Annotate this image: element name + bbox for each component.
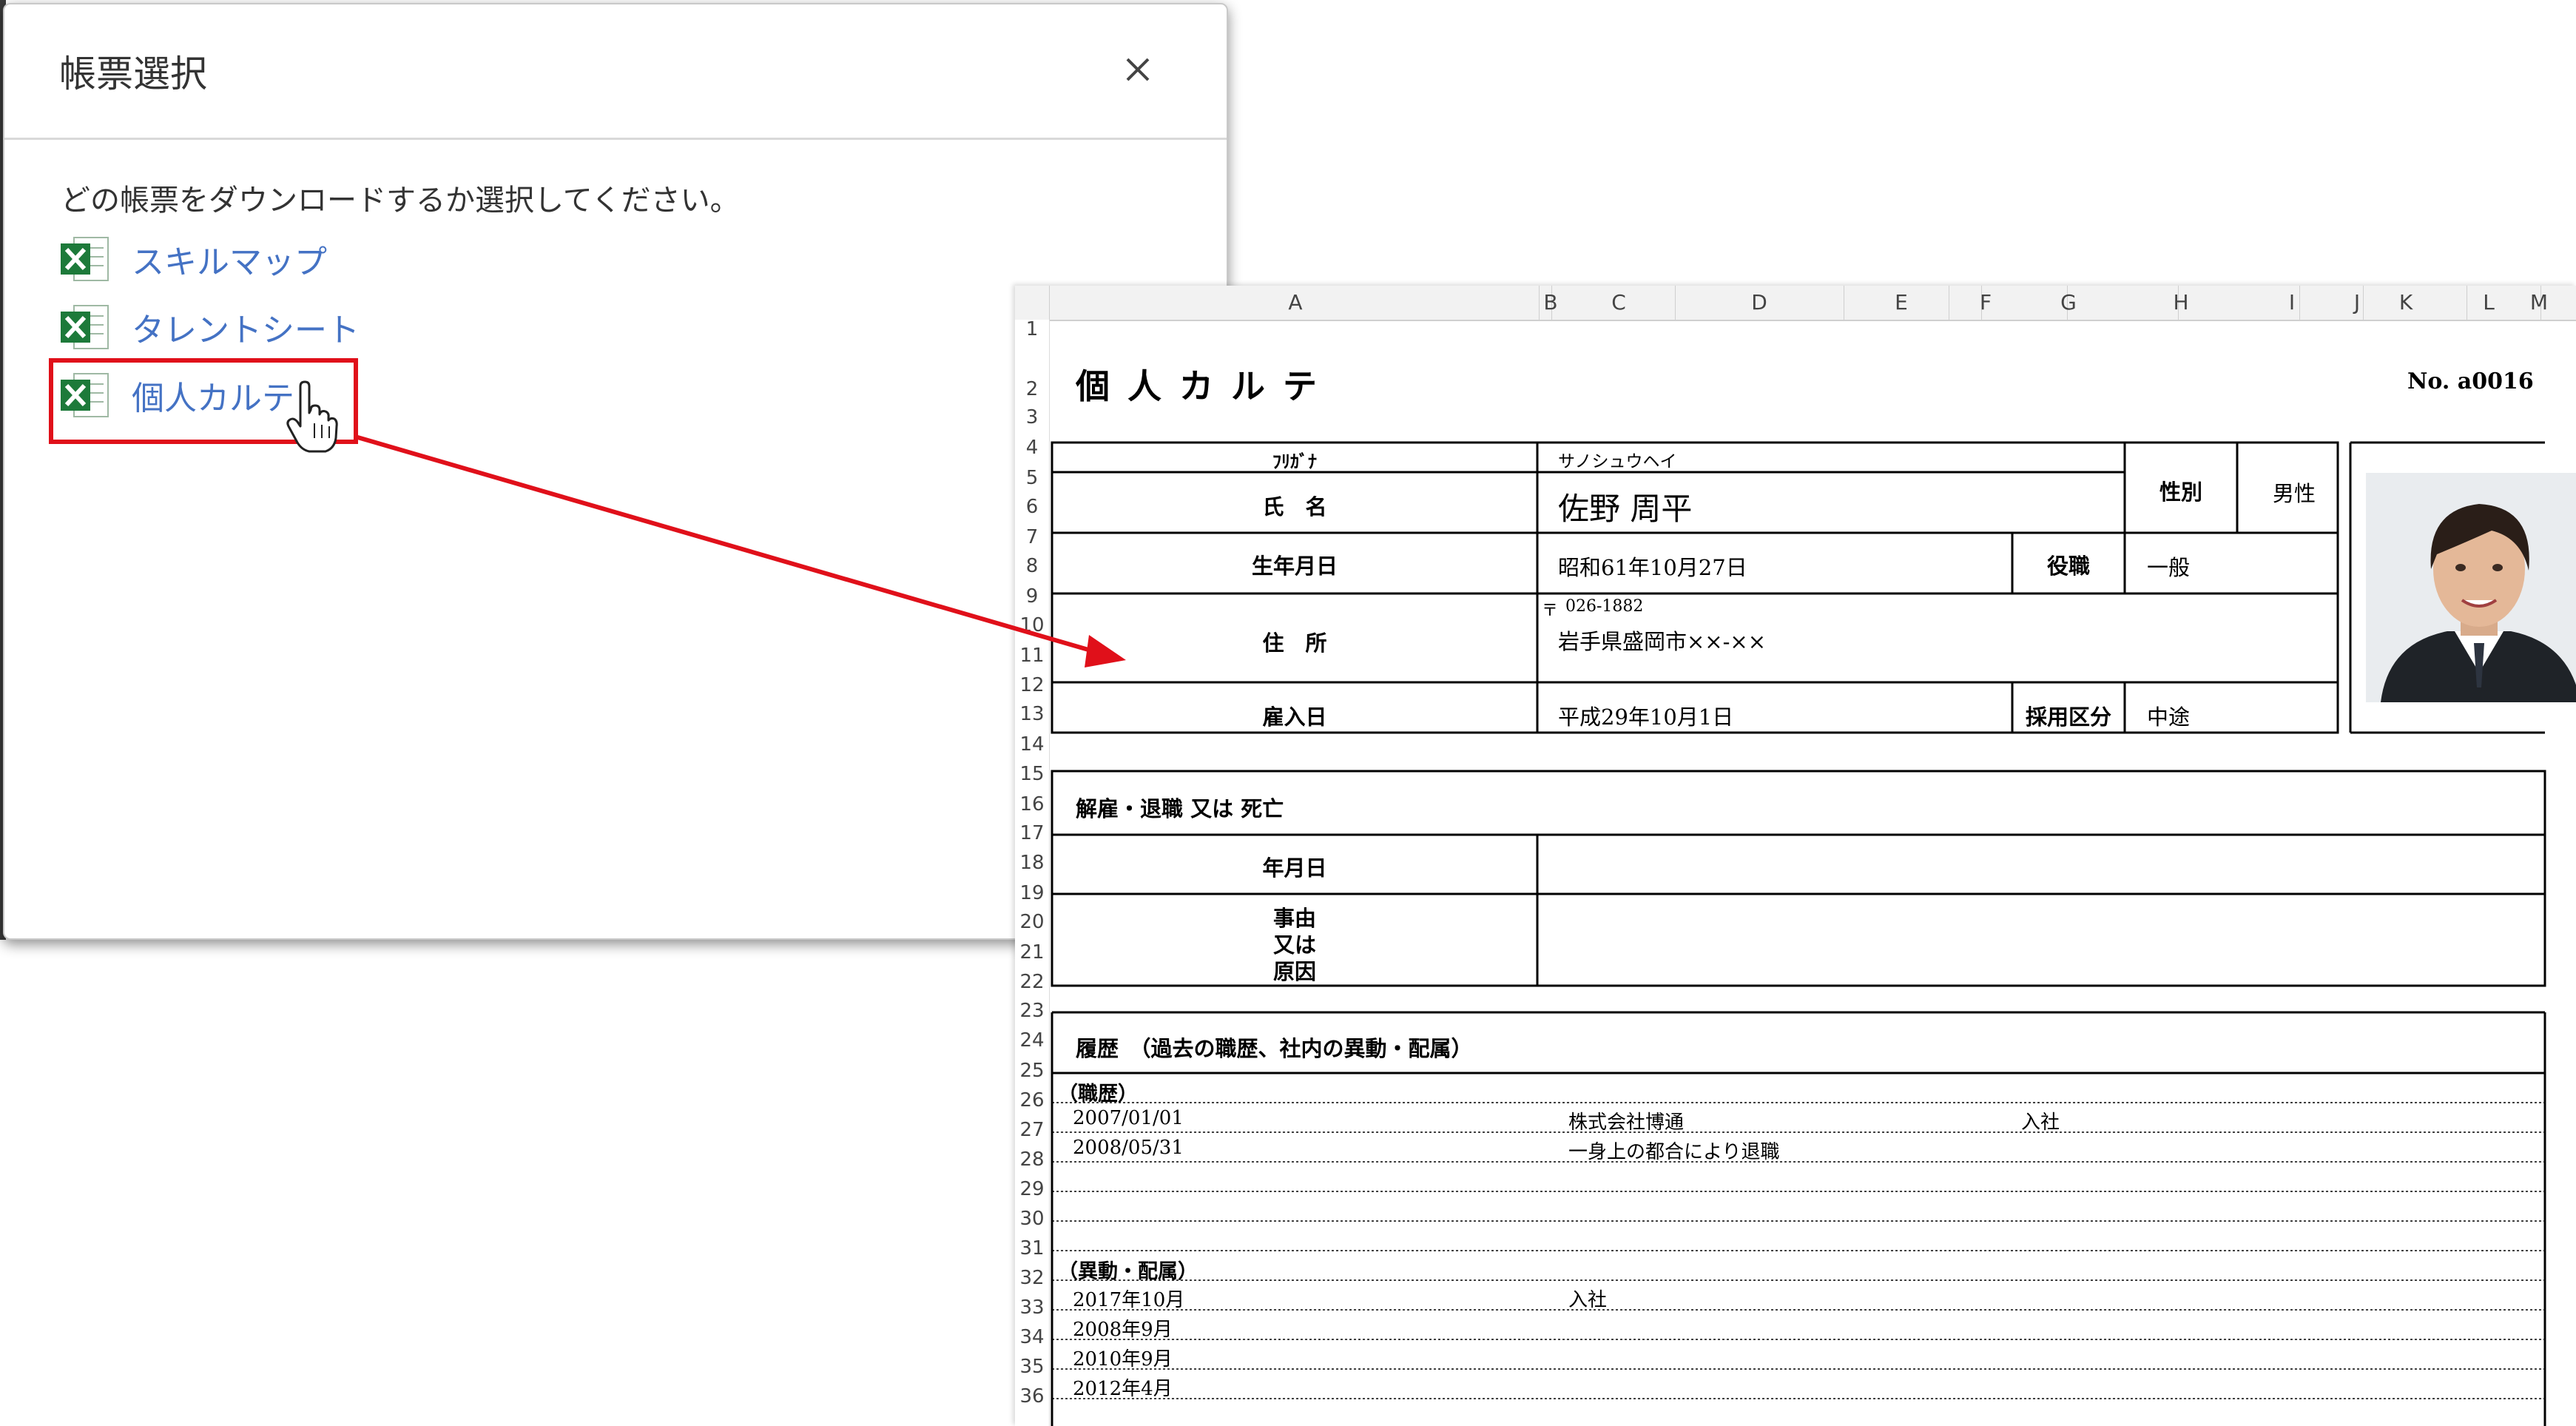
birthdate-value: 昭和61年10月27日 (1558, 555, 1747, 580)
employee-photo (2366, 473, 2576, 702)
record-number: No. a0016 (2407, 369, 2534, 394)
dialog-header: 帳票選択 (4, 4, 1227, 140)
birthdate-label: 生年月日 (1251, 554, 1338, 579)
career-date: 2007/01/01 (1073, 1107, 1184, 1129)
transfer-date: 2012年4月 (1073, 1378, 1173, 1400)
name-value: 佐野 周平 (1558, 491, 1693, 527)
file-label: タレントシート (132, 312, 360, 349)
hand-pointer-icon (286, 380, 338, 453)
hire-date-label: 雇入日 (1262, 704, 1327, 730)
career-detail: 一身上の都合により退職 (1568, 1141, 1780, 1163)
person-portrait-icon (2366, 473, 2576, 702)
hire-date-value: 平成29年10月1日 (1558, 704, 1734, 730)
career-date: 2008/05/31 (1073, 1137, 1184, 1159)
career-note: 入社 (2021, 1111, 2060, 1134)
dismissal-reason-label: 原因 (1272, 959, 1317, 984)
gender-value: 男性 (2273, 481, 2316, 506)
dialog-message: どの帳票をダウンロードするか選択してください。 (61, 184, 740, 218)
form-grid-lines (1051, 441, 2546, 1426)
dialog-title: 帳票選択 (59, 53, 207, 95)
close-icon (1126, 58, 1150, 81)
postal-mark: 〒 (1542, 602, 1559, 620)
download-talent-sheet-link[interactable]: タレントシート (58, 297, 360, 357)
hire-type-label: 採用区分 (2025, 704, 2112, 730)
transfer-date: 2008年9月 (1073, 1319, 1173, 1341)
sheet-title: 個 人 カ ル テ (1076, 366, 1321, 406)
position-label: 役職 (2046, 554, 2091, 579)
gender-label: 性別 (2159, 480, 2203, 505)
dismissal-date-label: 年月日 (1262, 855, 1327, 881)
career-detail: 株式会社博通 (1568, 1111, 1685, 1134)
position-value: 一般 (2147, 555, 2191, 580)
personal-record-sheet: A B C D E F G H I J K L M 1 2 3 4 5 6 7 … (1015, 286, 2576, 1426)
transfer-date: 2017年10月 (1073, 1289, 1185, 1311)
hire-type-value: 中途 (2147, 704, 2191, 730)
name-label: 氏 名 (1262, 494, 1327, 519)
address-label: 住 所 (1262, 630, 1327, 656)
transfer-detail: 入社 (1568, 1289, 1608, 1311)
furigana-value: サノシュウヘイ (1558, 452, 1677, 471)
transfer-date: 2010年9月 (1073, 1348, 1173, 1370)
file-label: スキルマップ (132, 243, 327, 281)
career-label: （職歴） (1058, 1083, 1138, 1106)
excel-file-icon (61, 237, 109, 281)
address-value: 岩手県盛岡市××-×× (1558, 629, 1766, 654)
dismissal-heading: 解雇・退職 又は 死亡 (1076, 796, 1284, 821)
excel-file-icon (61, 305, 109, 349)
postal-code: 026-1882 (1565, 597, 1644, 616)
furigana-label: ﾌﾘｶﾞﾅ (1272, 451, 1317, 472)
transfer-label: （異動・配属） (1058, 1260, 1198, 1283)
download-skill-map-link[interactable]: スキルマップ (58, 229, 327, 289)
close-button[interactable] (1116, 47, 1160, 92)
history-heading: 履歴 （過去の職歴、社内の異動・配属） (1076, 1036, 1473, 1061)
